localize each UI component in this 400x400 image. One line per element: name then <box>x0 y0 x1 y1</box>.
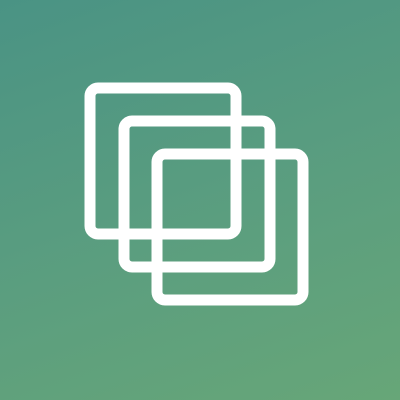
overlapping-squares-icon <box>84 82 309 306</box>
front-square <box>151 148 309 306</box>
middle-square <box>118 115 276 273</box>
back-square <box>84 82 242 240</box>
app-icon-tile <box>0 0 400 400</box>
